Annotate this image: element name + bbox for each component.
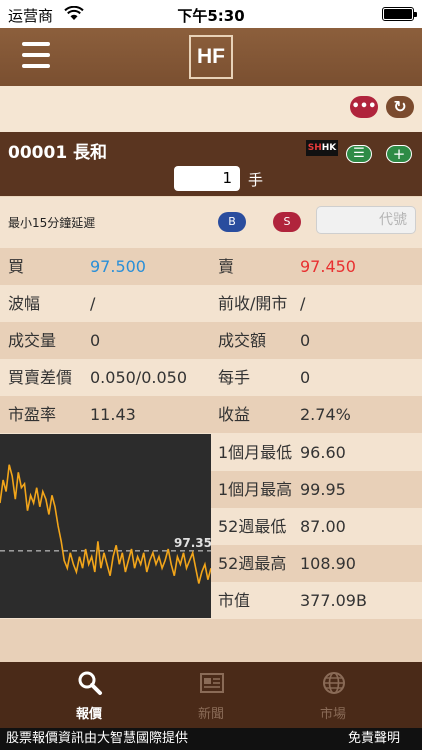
stat-1m-high-value: 99.95 — [300, 480, 346, 499]
pe-value: 11.43 — [90, 405, 136, 424]
stat-52w-high-value: 108.90 — [300, 554, 356, 573]
tab-market[interactable]: 市場 — [263, 662, 403, 728]
footer: 股票報價資訊由大智慧國際提供 免責聲明 — [0, 728, 422, 750]
lot-size-label: 每手 — [218, 368, 251, 387]
stat-market-cap: 市值 377.09B — [211, 582, 422, 618]
lot-unit-label: 手 — [248, 171, 264, 189]
volume-label: 成交量 — [8, 331, 57, 350]
pe-label: 市盈率 — [8, 405, 57, 424]
price-series-line — [0, 464, 212, 584]
stat-1m-low-label: 1個月最低 — [218, 443, 293, 462]
shhk-badge-sh: SH — [307, 143, 322, 153]
ask-label: 賣 — [218, 257, 235, 276]
clock: 下午5:30 — [177, 7, 245, 25]
prev-open-label: 前收/開市 — [218, 294, 288, 313]
reference-price-label: 97.35 — [174, 536, 211, 550]
bid-value: 97.500 — [90, 257, 146, 276]
nav-bar: HF — [0, 28, 422, 86]
bid-label: 買 — [8, 257, 25, 276]
more-button[interactable]: ••• — [350, 96, 378, 118]
quote-row-spread: 買賣差價 0.050/0.050 每手 0 — [0, 359, 422, 396]
tab-market-label: 市場 — [319, 707, 346, 722]
stat-1m-low-value: 96.60 — [300, 443, 346, 462]
toolbar: ••• ↻ — [0, 86, 422, 132]
stat-52w-low-label: 52週最低 — [218, 517, 287, 536]
newspaper-icon — [200, 673, 224, 693]
refresh-button[interactable]: ↻ — [386, 96, 414, 118]
turnover-value: 0 — [300, 331, 311, 350]
volume-value: 0 — [90, 331, 101, 350]
stock-title: 00001 長和 — [8, 143, 108, 163]
lot-quantity-input[interactable]: 1 — [174, 166, 240, 191]
tab-news-label: 新聞 — [197, 707, 224, 722]
buy-button[interactable]: B — [218, 212, 246, 232]
range-label: 波幅 — [8, 294, 41, 313]
range-value: / — [90, 294, 96, 313]
spread-label: 買賣差價 — [8, 368, 73, 387]
stock-code-input[interactable]: 代號 — [316, 206, 416, 234]
quote-row-bid-ask: 買 97.500 賣 97.450 — [0, 248, 422, 285]
tab-quote-label: 報價 — [75, 707, 102, 722]
stat-52w-low-value: 87.00 — [300, 517, 346, 536]
price-chart[interactable]: 97.35 — [0, 434, 212, 618]
menu-icon[interactable] — [22, 42, 50, 68]
turnover-label: 成交額 — [218, 331, 267, 350]
app-logo: HF — [189, 35, 233, 79]
spacer-band — [0, 618, 422, 662]
stat-market-cap-label: 市值 — [218, 591, 251, 610]
status-bar: 运营商 下午5:30 — [0, 0, 422, 28]
stat-52w-high-label: 52週最高 — [218, 554, 287, 573]
price-chart-svg: 97.35 — [0, 464, 212, 584]
delay-notice: 最小15分鐘延遲 — [8, 216, 96, 230]
quote-row-volume: 成交量 0 成交額 0 — [0, 322, 422, 359]
stat-1m-low: 1個月最低 96.60 — [211, 434, 422, 471]
ask-value: 97.450 — [300, 257, 356, 276]
prev-open-value: / — [300, 294, 306, 313]
search-icon — [78, 671, 102, 695]
yield-value: 2.74% — [300, 405, 351, 424]
stat-market-cap-value: 377.09B — [300, 591, 367, 610]
delay-row: 最小15分鐘延遲 B S 代號 — [0, 196, 422, 248]
battery-icon — [382, 7, 417, 21]
stat-1m-high: 1個月最高 99.95 — [211, 471, 422, 508]
tab-quote[interactable]: 報價 — [19, 662, 159, 728]
stat-52w-high: 52週最高 108.90 — [211, 545, 422, 582]
disclaimer-link[interactable]: 免責聲明 — [348, 728, 400, 750]
spread-value: 0.050/0.050 — [90, 368, 187, 387]
data-source-text: 股票報價資訊由大智慧國際提供 — [6, 731, 189, 746]
add-stock-button[interactable]: + — [386, 145, 412, 163]
watchlist-button[interactable]: ☰ — [346, 145, 372, 163]
shhk-badge-hk: HK — [321, 143, 337, 153]
stat-52w-low: 52週最低 87.00 — [211, 508, 422, 545]
tab-news[interactable]: 新聞 — [141, 662, 281, 728]
stat-1m-high-label: 1個月最高 — [218, 480, 293, 499]
globe-icon — [323, 672, 345, 694]
lot-size-value: 0 — [300, 368, 311, 387]
quote-row-pe: 市盈率 11.43 收益 2.74% — [0, 396, 422, 433]
sell-button[interactable]: S — [273, 212, 301, 232]
battery-fill — [384, 9, 412, 19]
shhk-badge[interactable]: SHHK — [306, 140, 338, 156]
quote-row-range: 波幅 / 前收/開市 / — [0, 285, 422, 322]
yield-label: 收益 — [218, 405, 251, 424]
tab-bar: 報價 新聞 市場 — [0, 662, 422, 728]
